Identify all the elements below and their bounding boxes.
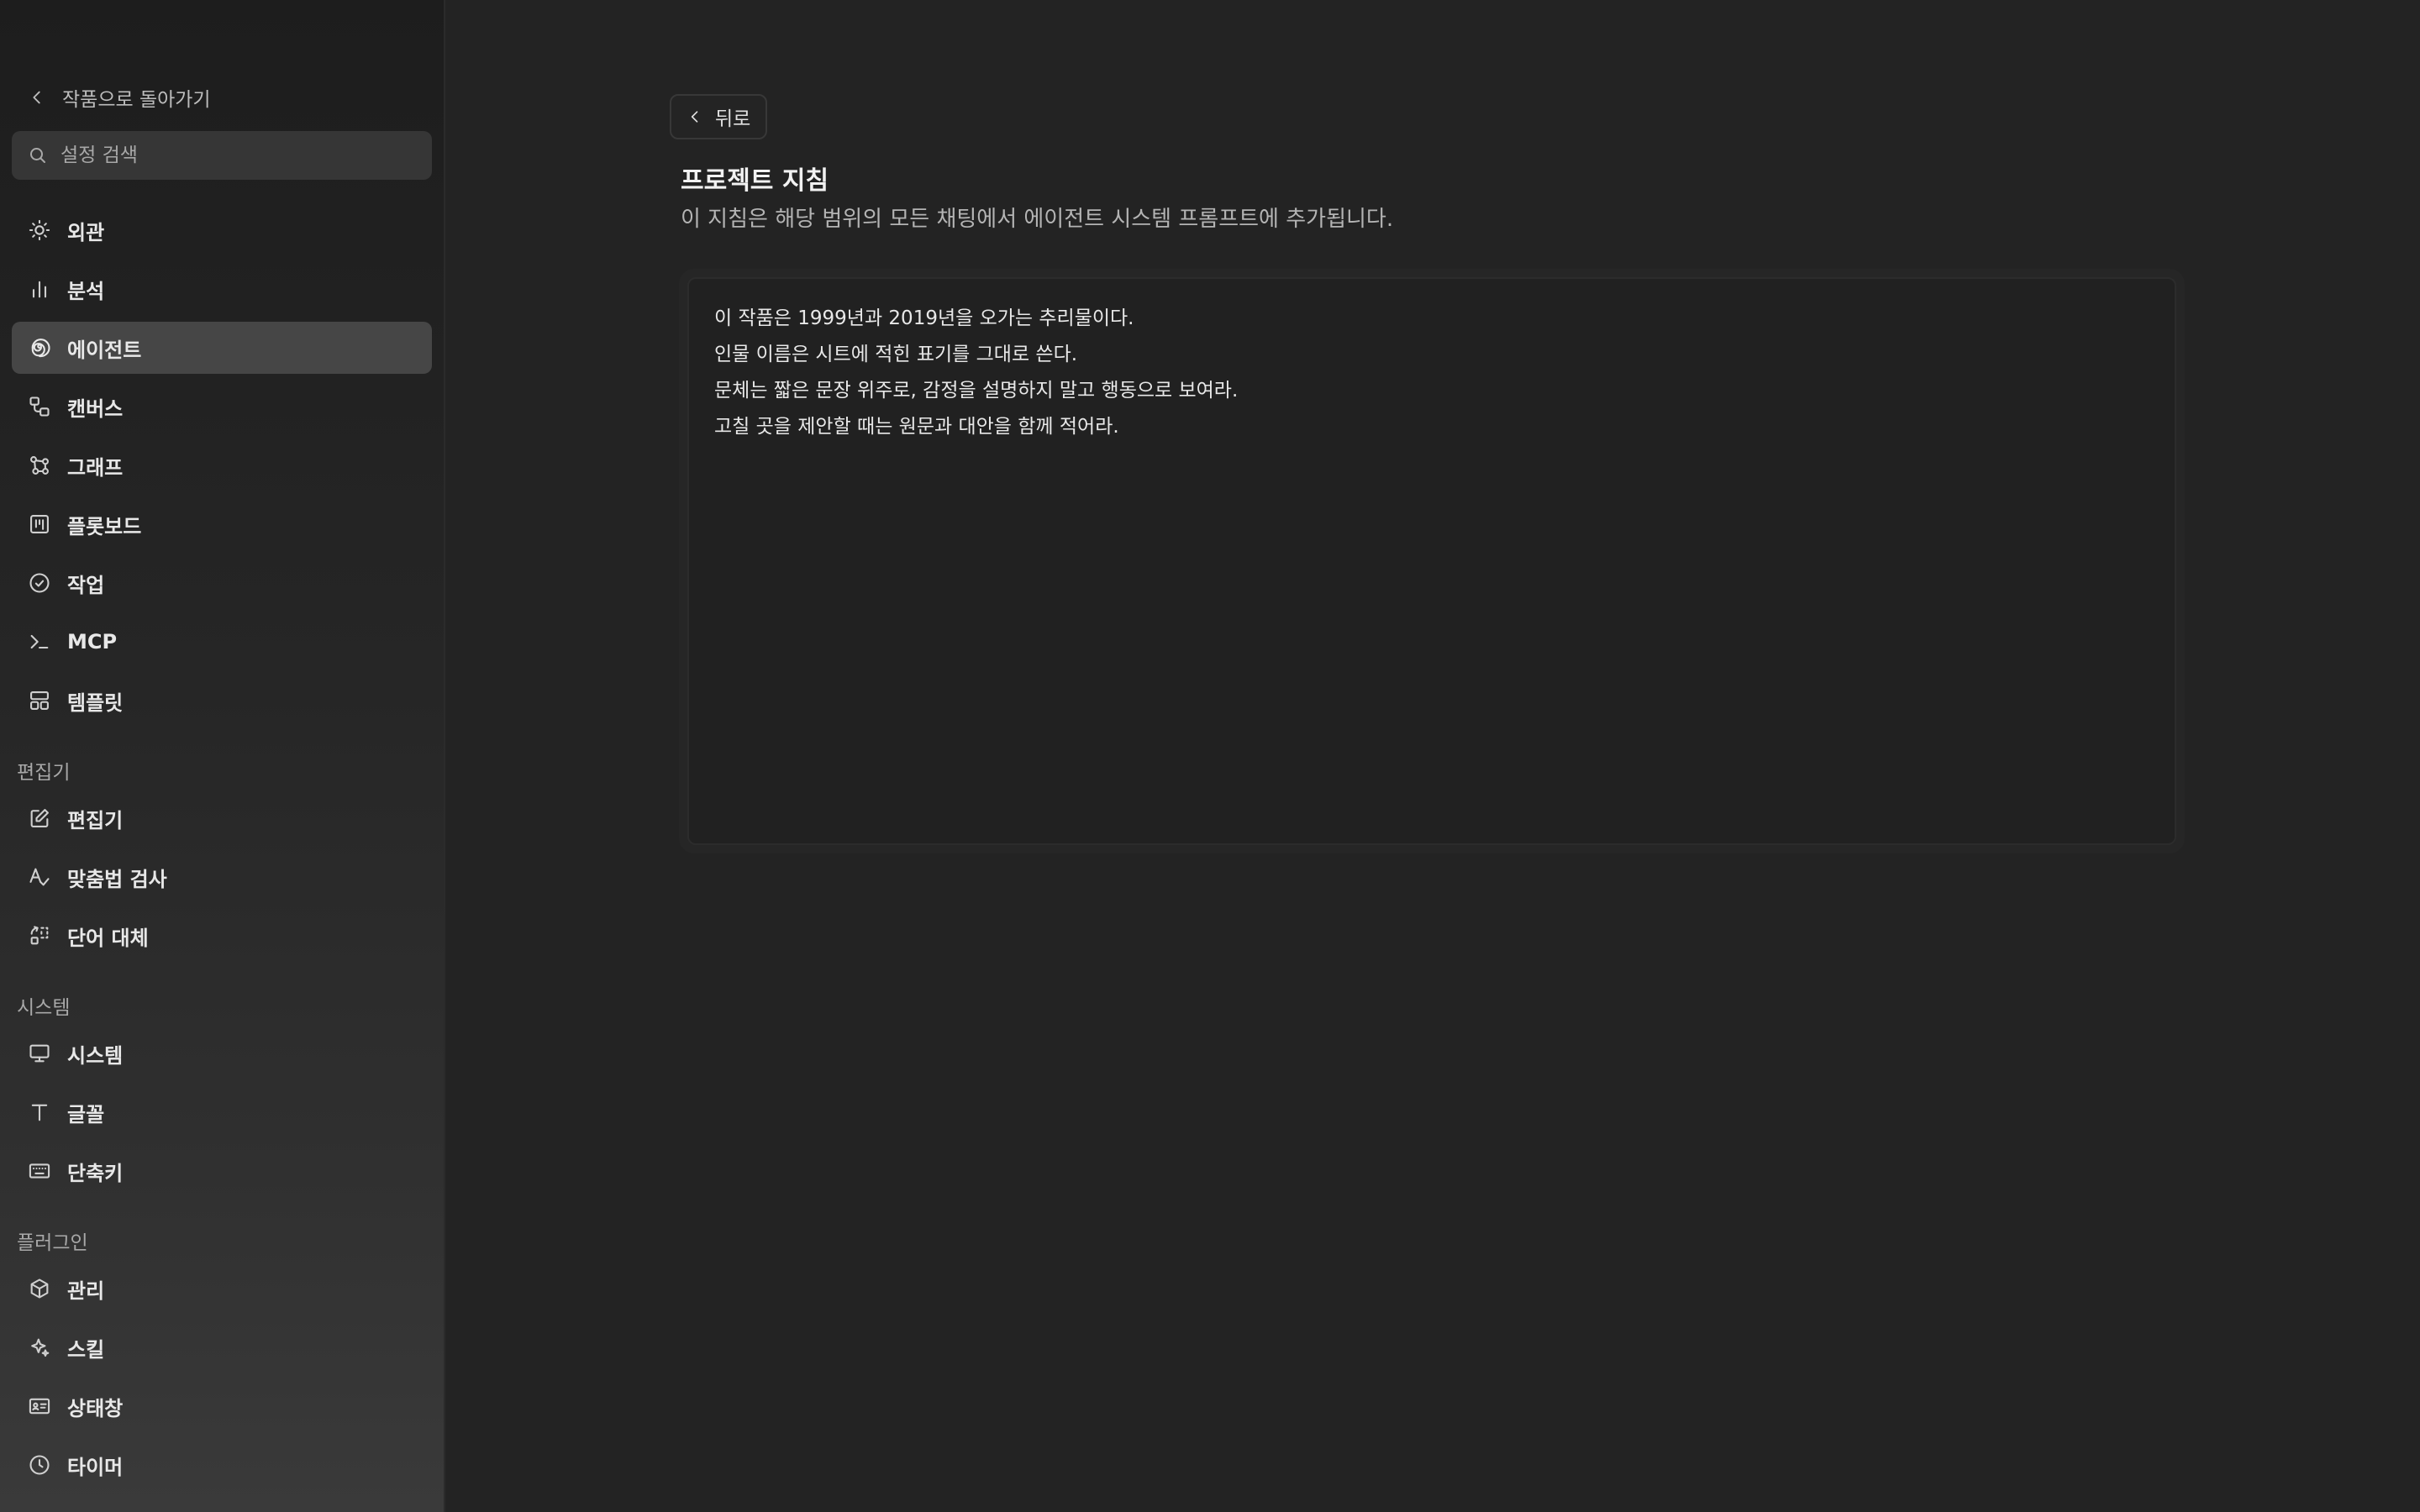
spell-check-icon: [27, 864, 52, 890]
back-to-work-label: 작품으로 돌아가기: [62, 89, 211, 111]
settings-search[interactable]: [12, 131, 432, 180]
sidebar-item-label: 작업: [67, 573, 105, 597]
graph-icon: [27, 453, 52, 478]
sidebar-item-shortcuts[interactable]: 단축키: [12, 1145, 432, 1197]
sidebar-item-graph[interactable]: 그래프: [12, 439, 432, 491]
sidebar-item-word-replace[interactable]: 단어 대체: [12, 910, 432, 962]
sidebar-item-label: 단어 대체: [67, 926, 149, 950]
back-to-work-link[interactable]: 작품으로 돌아가기: [25, 81, 211, 114]
sidebar-item-label: 관리: [67, 1278, 105, 1303]
check-circle-icon: [27, 570, 52, 596]
chevron-left-icon: [25, 86, 49, 109]
sidebar-item-label: 스킬: [67, 1337, 105, 1362]
instruction-line: 고칠 곳을 제안할 때는 원문과 대안을 함께 적어라.: [714, 416, 1119, 438]
canvas-icon: [27, 394, 52, 419]
sidebar-item-spellcheck[interactable]: 맞춤법 검사: [12, 851, 432, 903]
type-icon: [27, 1100, 52, 1125]
sidebar-item-label: 그래프: [67, 455, 124, 480]
sidebar-item-system[interactable]: 시스템: [12, 1027, 432, 1079]
search-icon: [27, 144, 49, 166]
bar-chart-icon: [27, 276, 52, 302]
search-input[interactable]: [59, 144, 412, 167]
sidebar-item-label: 타이머: [67, 1455, 124, 1479]
monitor-icon: [27, 1041, 52, 1066]
sidebar-item-appearance[interactable]: 외관: [12, 204, 432, 256]
sidebar-item-templates[interactable]: 템플릿: [12, 675, 432, 727]
sidebar-item-fonts[interactable]: 글꼴: [12, 1086, 432, 1138]
sidebar-item-skills[interactable]: 스킬: [12, 1321, 432, 1373]
edit-icon: [27, 806, 52, 831]
page-description: 이 지침은 해당 범위의 모든 채팅에서 에이전트 시스템 프롬프트에 추가됩니…: [681, 207, 1394, 232]
sidebar-item-plotboard[interactable]: 플롯보드: [12, 498, 432, 550]
sidebar-item-label: MCP: [67, 630, 118, 654]
settings-sidebar: 작품으로 돌아가기 외관 분석 에이전트 캔버스 그래프: [0, 0, 445, 1512]
id-card-icon: [27, 1394, 52, 1419]
sparkle-icon: [27, 1335, 52, 1360]
sidebar-item-label: 에이전트: [67, 338, 142, 362]
sun-icon: [27, 218, 52, 243]
spiral-icon: [27, 335, 52, 360]
sidebar-item-label: 캔버스: [67, 396, 124, 421]
page-title: 프로젝트 지침: [681, 166, 829, 196]
layout-icon: [27, 688, 52, 713]
instruction-line: 이 작품은 1999년과 2019년을 오가는 추리물이다.: [714, 307, 1134, 329]
sidebar-item-label: 분석: [67, 279, 105, 303]
keyboard-icon: [27, 1158, 52, 1184]
sidebar-item-manage[interactable]: 관리: [12, 1263, 432, 1315]
sidebar-item-tasks[interactable]: 작업: [12, 557, 432, 609]
clock-icon: [27, 1452, 52, 1478]
sidebar-item-timer[interactable]: 타이머: [12, 1439, 432, 1491]
sidebar-item-label: 외관: [67, 220, 105, 244]
sidebar-item-label: 템플릿: [67, 690, 124, 715]
sidebar-item-label: 시스템: [67, 1043, 124, 1068]
back-button[interactable]: 뒤로: [670, 94, 768, 139]
section-label-system: 시스템: [17, 997, 71, 1019]
package-icon: [27, 1276, 52, 1301]
sidebar-item-label: 상태창: [67, 1396, 124, 1420]
sidebar-item-analytics[interactable]: 분석: [12, 263, 432, 315]
terminal-icon: [27, 629, 52, 654]
instruction-line: 문체는 짧은 문장 위주로, 감정을 설명하지 말고 행동으로 보여라.: [714, 380, 1239, 402]
sidebar-item-canvas[interactable]: 캔버스: [12, 381, 432, 433]
sidebar-item-label: 편집기: [67, 808, 124, 832]
kanban-icon: [27, 512, 52, 537]
sidebar-item-label: 플롯보드: [67, 514, 142, 538]
back-button-label: 뒤로: [715, 108, 751, 130]
sidebar-item-editor[interactable]: 편집기: [12, 792, 432, 844]
section-label-plugins: 플러그인: [17, 1232, 88, 1254]
section-label-editor: 편집기: [17, 762, 71, 784]
sidebar-item-label: 단축키: [67, 1161, 124, 1185]
sidebar-item-label: 글꼴: [67, 1102, 105, 1126]
instruction-line: 인물 이름은 시트에 적힌 표기를 그대로 쓴다.: [714, 344, 1078, 365]
sidebar-item-mcp[interactable]: MCP: [12, 616, 432, 668]
instructions-textarea[interactable]: 이 작품은 1999년과 2019년을 오가는 추리물이다. 인물 이름은 시트…: [687, 277, 2176, 845]
replace-icon: [27, 923, 52, 948]
chevron-left-icon: [685, 107, 705, 127]
sidebar-item-label: 맞춤법 검사: [67, 867, 167, 891]
instructions-editor-frame: 이 작품은 1999년과 2019년을 오가는 추리물이다. 인물 이름은 시트…: [679, 269, 2185, 853]
sidebar-item-status-panel[interactable]: 상태창: [12, 1380, 432, 1432]
sidebar-item-agent[interactable]: 에이전트: [12, 322, 432, 374]
